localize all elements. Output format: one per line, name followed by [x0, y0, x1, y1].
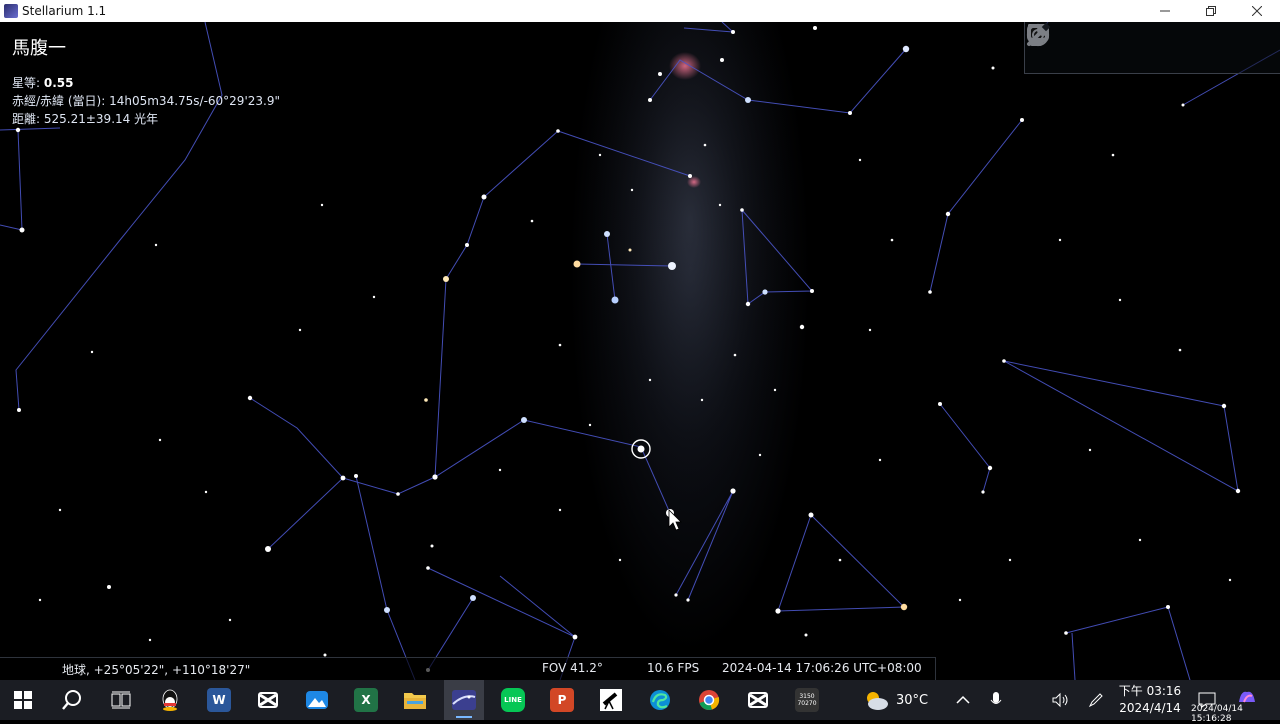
top-right-toolbar [1024, 22, 1280, 74]
overlay-timestamp: 2024/04/14 15:16:28 [1191, 704, 1243, 724]
task-view-button[interactable] [101, 680, 141, 720]
radec-row: 赤經/赤緯 (當日): 14h05m34.75s/-60°29'23.9" [12, 92, 280, 110]
distance-row: 距離: 525.21±39.14 光年 [12, 110, 280, 128]
copilot-button[interactable] [1236, 686, 1258, 706]
weather-cloudy-sun-icon [867, 692, 888, 710]
location-text[interactable]: 地球, +25°05'22", +110°18'27" [62, 661, 250, 678]
word-icon: W [207, 688, 231, 712]
edge-icon [650, 690, 670, 710]
close-button[interactable] [1234, 0, 1280, 22]
search-icon [62, 690, 81, 710]
distance-label: 距離: [12, 112, 41, 126]
microphone-icon [990, 692, 1002, 704]
restore-button[interactable] [1188, 0, 1234, 22]
pen-button[interactable] [1088, 680, 1104, 720]
task-view-icon [111, 691, 131, 709]
distance-value: 525.21±39.14 [43, 112, 131, 126]
nebula [669, 52, 701, 80]
telescope-icon [600, 689, 622, 711]
search-button[interactable] [52, 680, 92, 720]
taskbar-app-file-explorer[interactable] [395, 680, 435, 720]
taskbar-app-chrome[interactable] [689, 680, 729, 720]
taskbar-app-powerpoint[interactable]: P [542, 680, 582, 720]
clock-time: 下午 03:16 [1118, 684, 1182, 698]
clock-date: 2024/4/14 [1119, 701, 1181, 715]
taskbar-app-capcut-2[interactable] [738, 680, 778, 720]
calendar-icon: 3150 70270 [795, 688, 819, 712]
radec-label: 赤經/赤緯 (當日): [12, 94, 106, 108]
file-explorer-icon [404, 693, 426, 709]
stellarium-icon [452, 690, 476, 710]
chevron-up-icon [956, 695, 970, 704]
window-mode-button[interactable] [1027, 24, 1142, 66]
magnitude-row: 星等: 0.55 [12, 74, 280, 92]
microphone-button[interactable] [990, 680, 1002, 720]
photos-icon [306, 691, 328, 709]
capcut-icon-2 [748, 692, 768, 708]
window-title: Stellarium 1.1 [22, 4, 107, 18]
close-icon [1252, 6, 1262, 16]
object-info-panel: 馬腹一 星等: 0.55 赤經/赤緯 (當日): 14h05m34.75s/-6… [12, 34, 280, 128]
delete-button[interactable] [1028, 24, 1085, 66]
datetime-text[interactable]: 2024-04-14 17:06:26 UTC+08:00 [722, 661, 922, 675]
taskbar-app-line[interactable]: LINE [493, 680, 533, 720]
start-button[interactable] [3, 680, 43, 720]
taskbar-app-calendar[interactable]: 3150 70270 [787, 680, 827, 720]
taskbar-app-qq[interactable] [150, 680, 190, 720]
taskbar-app-capcut[interactable] [248, 680, 288, 720]
chrome-icon [699, 690, 720, 710]
volume-icon [1052, 692, 1068, 708]
weather-widget[interactable]: 30°C [862, 680, 928, 720]
fps-text: 10.6 FPS [647, 661, 700, 675]
minimize-button[interactable] [1142, 0, 1188, 22]
minimize-icon [1160, 10, 1170, 12]
radec-value: 14h05m34.75s/-60°29'23.9" [109, 94, 280, 108]
magnitude-value: 0.55 [43, 76, 74, 90]
show-hidden-icons-button[interactable] [956, 680, 970, 720]
qq-icon [162, 689, 178, 711]
powerpoint-icon: P [550, 688, 574, 712]
start-icon [14, 691, 32, 709]
target-button[interactable] [1026, 23, 1199, 66]
excel-icon: X [354, 688, 378, 712]
capcut-icon [258, 692, 278, 708]
copilot-icon [1239, 691, 1255, 703]
taskbar-app-excel[interactable]: X [346, 680, 386, 720]
taskbar-app-telescope[interactable] [591, 680, 631, 720]
taskbar-app-edge[interactable] [640, 680, 680, 720]
wrench-icon [1027, 22, 1051, 46]
window-titlebar: Stellarium 1.1 [0, 0, 1280, 22]
stellarium-app-icon [4, 4, 18, 18]
restore-icon [1206, 6, 1216, 16]
taskbar-clock[interactable]: 下午 03:16 2024/4/14 [1118, 683, 1182, 717]
taskbar-app-photos[interactable] [297, 680, 337, 720]
settings-button[interactable] [1027, 22, 1256, 66]
status-bar: 地球, +25°05'22", +110°18'27" FOV 41.2° 10… [0, 657, 936, 680]
line-icon: LINE [501, 688, 525, 712]
distance-unit: 光年 [134, 112, 159, 126]
object-name: 馬腹一 [12, 38, 66, 59]
magnitude-label: 星等: [12, 76, 41, 90]
taskbar-app-word[interactable]: W [199, 680, 239, 720]
weather-temp: 30°C [896, 692, 929, 708]
pen-icon [1088, 693, 1103, 708]
fov-text: FOV 41.2° [542, 661, 603, 675]
taskbar-app-stellarium[interactable] [444, 680, 484, 720]
nebula-small [687, 176, 701, 188]
volume-button[interactable] [1052, 680, 1070, 720]
